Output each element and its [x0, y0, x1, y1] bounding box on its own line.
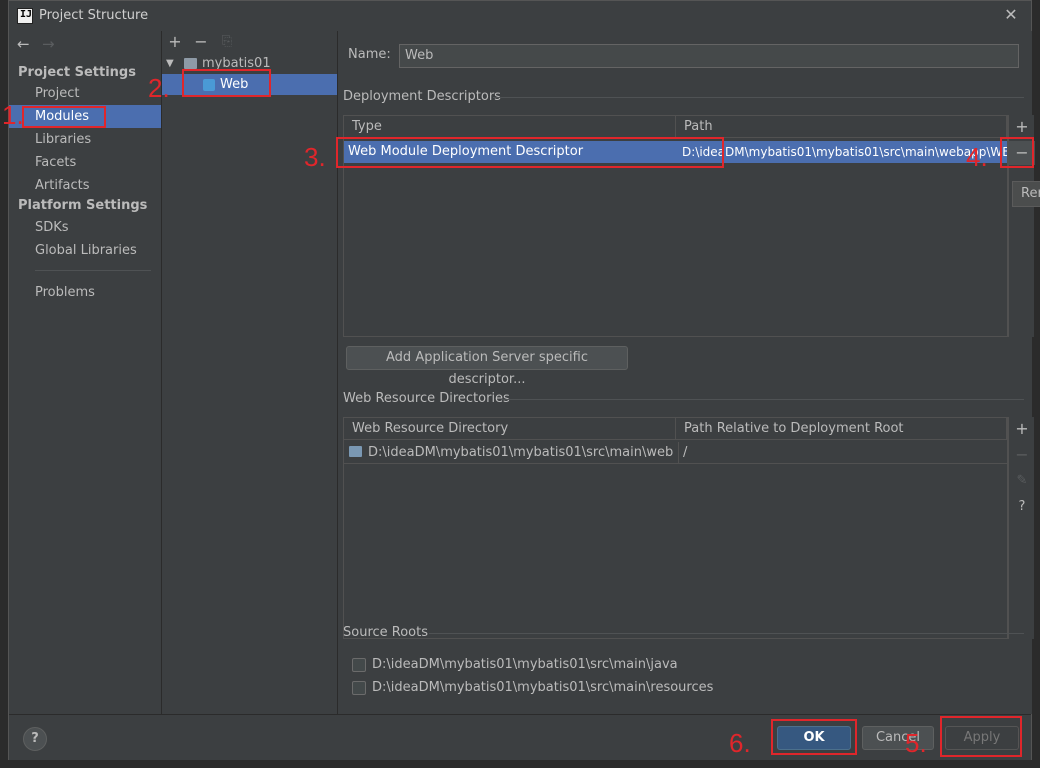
help-button[interactable]: ? — [23, 727, 47, 751]
deployment-descriptors-heading: Deployment Descriptors — [343, 89, 501, 104]
section-divider — [429, 633, 1024, 634]
annotation-box — [22, 106, 106, 128]
project-settings-heading: Project Settings — [18, 65, 136, 80]
table-row[interactable]: D:\ideaDM\mybatis01\mybatis01\src\main\w… — [344, 442, 1007, 464]
project-structure-dialog: IJ Project Structure ✕ ← → Project Setti… — [8, 0, 1035, 760]
settings-sidebar: ← → Project Settings Project Modules Lib… — [9, 31, 162, 714]
step-2-label: 2. — [148, 73, 170, 103]
back-arrow-icon[interactable]: ← — [17, 35, 30, 53]
add-directory-icon[interactable]: + — [1009, 417, 1035, 441]
step-3-label: 3. — [304, 142, 326, 172]
source-root-checkbox[interactable] — [352, 658, 366, 672]
edit-directory-icon[interactable]: ✎ — [1009, 469, 1035, 493]
module-folder-icon — [184, 58, 197, 69]
source-root-label: D:\ideaDM\mybatis01\mybatis01\src\main\j… — [372, 657, 678, 672]
annotation-box — [336, 137, 724, 168]
intellij-logo-icon: IJ — [17, 8, 33, 24]
sidebar-divider — [35, 270, 151, 271]
descriptor-path-cell: D:\ideaDM\mybatis01\mybatis01\src\main\w… — [682, 145, 1007, 159]
remove-icon[interactable]: − — [192, 31, 210, 53]
sidebar-item-libraries[interactable]: Libraries — [9, 128, 161, 151]
source-roots-heading: Source Roots — [343, 625, 429, 640]
remove-directory-icon[interactable]: − — [1009, 443, 1035, 467]
help-icon[interactable]: ? — [1009, 495, 1035, 519]
annotation-box — [1000, 137, 1034, 168]
column-header-type[interactable]: Type — [344, 116, 676, 138]
dialog-footer: ? OK Cancel Apply — [9, 714, 1031, 760]
expand-arrow-icon[interactable]: ▼ — [166, 53, 174, 74]
add-server-descriptor-button[interactable]: Add Application Server specific descript… — [346, 346, 628, 387]
column-header-directory[interactable]: Web Resource Directory — [344, 418, 676, 440]
sidebar-item-facets[interactable]: Facets — [9, 151, 161, 174]
add-descriptor-icon[interactable]: + — [1009, 115, 1035, 139]
sidebar-item-sdks[interactable]: SDKs — [9, 216, 161, 239]
source-root-label: D:\ideaDM\mybatis01\mybatis01\src\main\r… — [372, 680, 714, 695]
facet-settings-panel: Name: Web Deployment Descriptors Type Pa… — [339, 31, 1035, 714]
platform-settings-heading: Platform Settings — [18, 198, 148, 213]
copy-icon[interactable]: ⎘ — [218, 31, 236, 53]
annotation-box — [771, 719, 857, 755]
section-divider — [501, 399, 1024, 400]
module-tree-panel: + − ⎘ ▼ mybatis01 Web — [162, 31, 338, 714]
window-title: Project Structure — [39, 8, 149, 23]
step-6-label: 6. — [729, 728, 751, 758]
relative-path-cell: / — [678, 442, 1007, 464]
sidebar-item-artifacts[interactable]: Artifacts — [9, 174, 161, 197]
source-root-checkbox[interactable] — [352, 681, 366, 695]
annotation-box — [182, 69, 271, 97]
column-header-path[interactable]: Path — [676, 116, 1007, 138]
directory-cell: D:\ideaDM\mybatis01\mybatis01\src\main\w… — [368, 445, 674, 460]
web-resources-toolbar: + − ✎ ? — [1008, 417, 1034, 639]
step-5-label: 5. — [905, 728, 927, 758]
close-icon[interactable]: ✕ — [1001, 5, 1021, 25]
column-header-relative-path[interactable]: Path Relative to Deployment Root — [676, 418, 1007, 440]
name-field[interactable]: Web — [399, 44, 1019, 68]
sidebar-item-problems[interactable]: Problems — [9, 281, 161, 304]
add-icon[interactable]: + — [166, 31, 184, 53]
sidebar-item-global-libraries[interactable]: Global Libraries — [9, 239, 161, 262]
background-edge — [0, 760, 1040, 768]
step-1-label: 1. — [2, 100, 24, 130]
sidebar-item-project[interactable]: Project — [9, 82, 161, 105]
web-directory-icon — [349, 446, 362, 457]
forward-arrow-icon[interactable]: → — [42, 35, 55, 53]
step-4-label: 4. — [966, 142, 988, 172]
remove-tooltip: Remove — [1012, 181, 1040, 207]
name-label: Name: — [348, 47, 391, 62]
annotation-box — [940, 716, 1022, 757]
web-resource-directories-heading: Web Resource Directories — [343, 391, 510, 406]
title-bar: IJ Project Structure ✕ — [9, 1, 1031, 31]
section-divider — [493, 97, 1024, 98]
web-resources-table: Web Resource Directory Path Relative to … — [343, 417, 1008, 639]
